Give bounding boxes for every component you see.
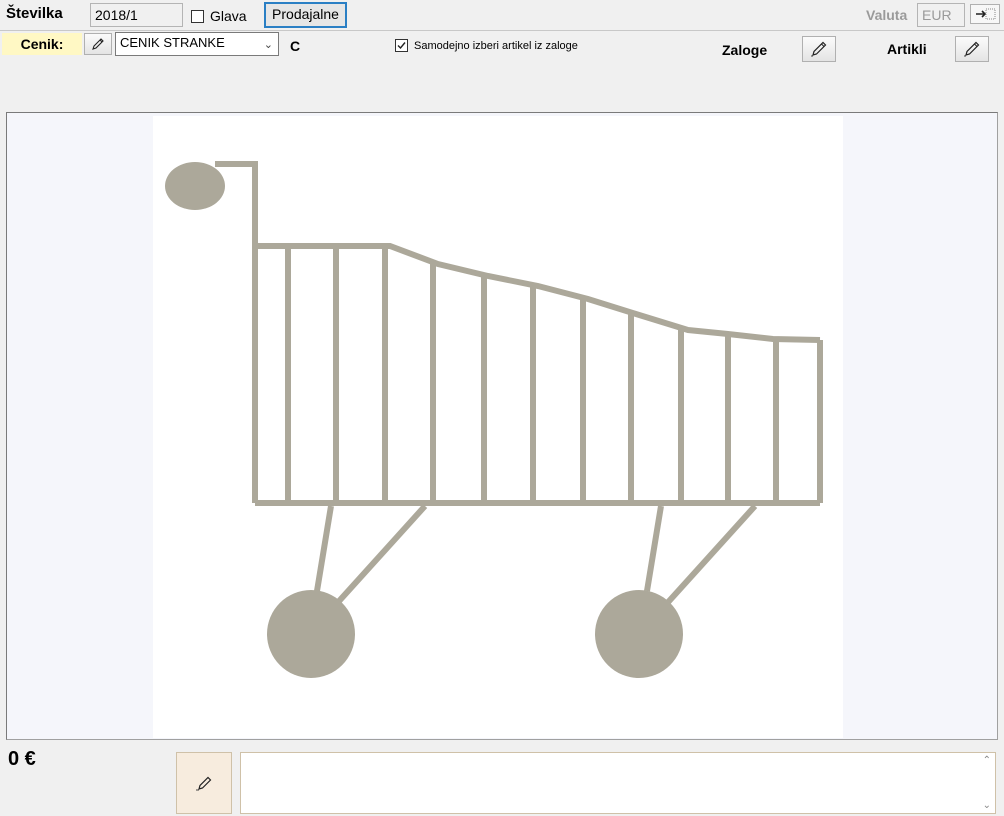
picture-canvas xyxy=(153,116,843,738)
pencil-icon xyxy=(811,41,827,57)
scroll-down-icon[interactable]: ⌄ xyxy=(983,800,991,811)
cenik-select[interactable]: CENIK STRANKE ⌄ xyxy=(115,32,279,56)
artikli-edit-button[interactable] xyxy=(955,36,989,62)
stevilka-field[interactable]: 2018/1 xyxy=(90,3,183,27)
stevilka-label: Številka xyxy=(6,5,63,22)
zaloge-edit-button[interactable] xyxy=(802,36,836,62)
artikli-label: Artikli xyxy=(887,41,927,57)
cenik-code: C xyxy=(290,38,301,54)
cenik-select-value: CENIK STRANKE xyxy=(120,35,225,50)
note-textarea[interactable]: ⌃ ⌄ xyxy=(240,752,996,814)
auto-select-checkbox[interactable] xyxy=(395,39,408,52)
scroll-up-icon[interactable]: ⌃ xyxy=(983,755,991,766)
zaloge-label: Zaloge xyxy=(722,42,768,58)
exit-arrow-icon xyxy=(976,8,996,20)
auto-select-wrap[interactable]: Samodejno izberi artikel iz zaloge xyxy=(395,39,578,52)
exit-button[interactable] xyxy=(970,4,1000,24)
note-edit-button[interactable] xyxy=(176,752,232,814)
valuta-field[interactable]: EUR xyxy=(917,3,965,27)
cart-fill-shapes xyxy=(165,162,683,678)
pencil-icon xyxy=(92,38,104,50)
chevron-down-icon: ⌄ xyxy=(263,39,273,51)
glava-checkbox[interactable] xyxy=(191,9,204,23)
auto-select-label: Samodejno izberi artikel iz zaloge xyxy=(414,39,578,52)
pencil-icon xyxy=(196,776,212,791)
total-amount: 0 € xyxy=(8,748,36,770)
cenik-label: Cenik: xyxy=(2,33,82,55)
picture-panel xyxy=(6,112,998,740)
prodajalne-button[interactable]: Prodajalne xyxy=(264,2,347,28)
shopping-cart-icon xyxy=(165,161,823,678)
checkmark-icon xyxy=(397,42,406,50)
glava-checkbox-wrap[interactable]: Glava xyxy=(191,8,247,24)
valuta-label: Valuta xyxy=(866,7,908,23)
glava-label: Glava xyxy=(210,8,247,24)
pencil-icon xyxy=(964,41,980,57)
cenik-edit-button[interactable] xyxy=(84,33,112,55)
